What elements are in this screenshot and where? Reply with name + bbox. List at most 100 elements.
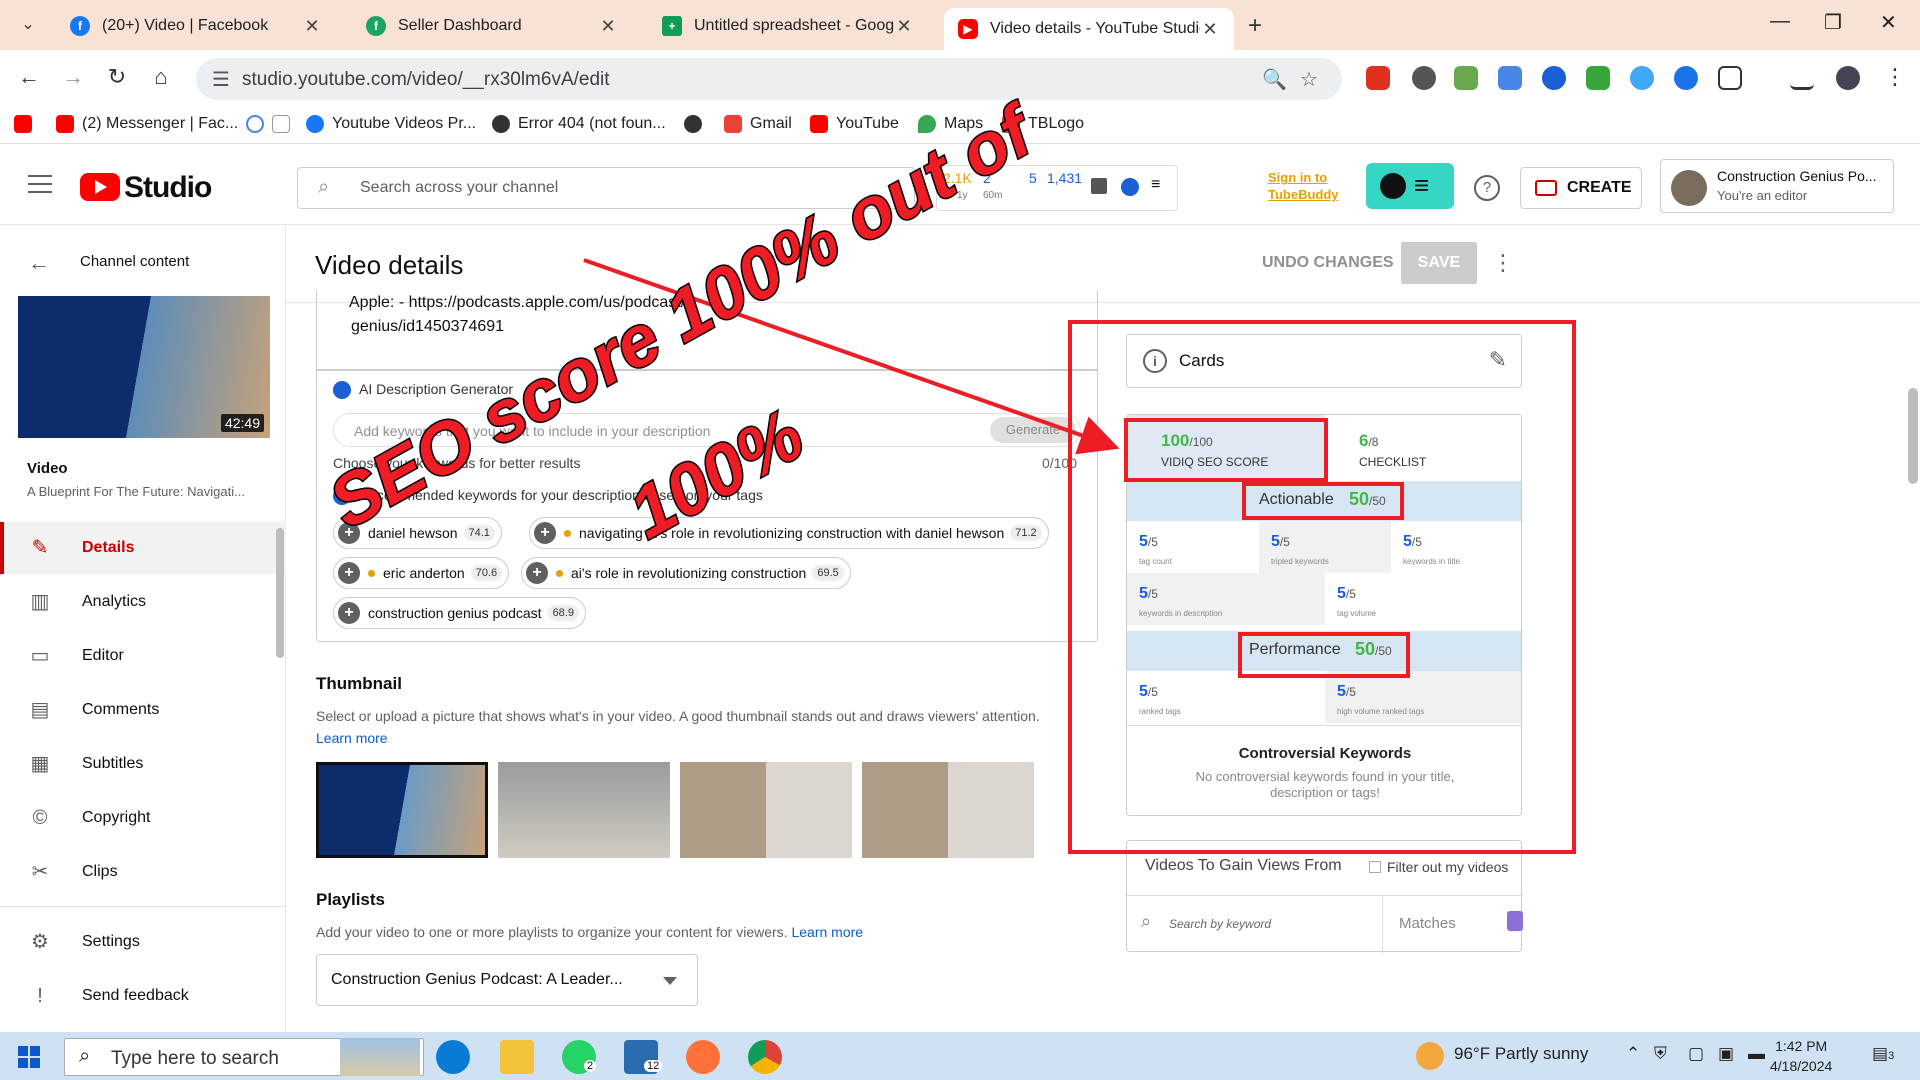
security-icon[interactable]: ⛨ (1654, 1044, 1667, 1064)
generate-button[interactable]: Generate (990, 417, 1076, 443)
scissors-icon: ✂ (31, 861, 49, 883)
vidiq-icon[interactable] (1542, 66, 1566, 90)
keyword-chip[interactable]: + navigating ai's role in revolutionizin… (529, 517, 1049, 549)
new-tab-icon[interactable]: + (1248, 12, 1262, 40)
filter-checkbox[interactable] (1369, 861, 1381, 873)
tab-search-chevron-icon[interactable]: ⌄ (12, 8, 44, 40)
youtube-icon (810, 115, 828, 133)
extension-icon[interactable] (1630, 66, 1654, 90)
zoom-icon[interactable]: 🔍 (1262, 67, 1287, 92)
sidebar-item-details[interactable]: ✎ Details (0, 522, 286, 574)
sidebar-item-subtitles[interactable]: ▦ Subtitles (0, 738, 286, 790)
sidebar-item-settings[interactable]: ⚙ Settings (0, 916, 286, 968)
extension-icon[interactable] (1674, 66, 1698, 90)
notifications-icon[interactable]: ▤3 (1872, 1044, 1894, 1064)
close-tab-icon[interactable]: ✕ (302, 16, 322, 37)
close-tab-icon[interactable]: ✕ (598, 16, 618, 37)
sidebar-item-analytics[interactable]: ▥ Analytics (0, 576, 286, 628)
battery-icon[interactable]: ▬ (1748, 1044, 1765, 1064)
thumbnail-option[interactable] (680, 762, 852, 858)
keyword-chip[interactable]: + eric anderton 70.6 (333, 557, 510, 589)
weather-icon[interactable] (1416, 1042, 1444, 1070)
file-explorer-icon[interactable] (500, 1040, 534, 1074)
firefox-icon[interactable] (686, 1040, 720, 1074)
sidebar-item-copyright[interactable]: © Copyright (0, 792, 286, 844)
bookmark-gmail[interactable]: Gmail (724, 115, 792, 133)
download-extension-icon[interactable] (1586, 66, 1610, 90)
tab-facebook[interactable]: f (20+) Video | Facebook ✕ (56, 6, 336, 46)
playlist-dropdown[interactable]: Construction Genius Podcast: A Leader... (316, 954, 698, 1006)
extension-icon[interactable] (1412, 66, 1436, 90)
studio-logo-text[interactable]: Studio (124, 171, 212, 205)
device-icon[interactable]: ▢ (1688, 1044, 1704, 1064)
sidebar-item-editor[interactable]: ▭ Editor (0, 630, 286, 682)
close-window-icon[interactable]: ✕ (1880, 10, 1897, 35)
thumbnail-option-selected[interactable] (316, 762, 488, 858)
windows-start-icon[interactable] (18, 1046, 40, 1068)
save-button[interactable]: SAVE (1401, 242, 1477, 284)
bookmark-youtube[interactable] (14, 115, 40, 133)
tab-seller-dashboard[interactable]: f Seller Dashboard ✕ (352, 6, 632, 46)
tab-youtube-studio[interactable]: ▶ Video details - YouTube Studio ✕ (944, 8, 1234, 50)
bookmark-youtube-videos[interactable]: Youtube Videos Pr... (306, 115, 476, 133)
thumbnail-option[interactable] (498, 762, 670, 858)
profile-avatar[interactable] (1836, 66, 1860, 90)
thumbnail-option[interactable] (862, 762, 1034, 858)
translate-icon[interactable] (1498, 66, 1522, 90)
video-thumbnail[interactable]: 42:49 (18, 296, 270, 438)
reload-icon[interactable]: ↻ (102, 64, 132, 90)
edge-icon[interactable] (436, 1040, 470, 1074)
bookmark-youtube-home[interactable]: YouTube (810, 115, 899, 133)
page-scrollbar[interactable] (1908, 388, 1918, 484)
extension-icon[interactable] (1454, 66, 1478, 90)
mail-icon[interactable]: 12 (624, 1040, 663, 1074)
bookmark-error-404[interactable]: Error 404 (not foun... (492, 115, 666, 133)
channel-content-link[interactable]: Channel content (80, 253, 189, 270)
sidebar-scrollbar[interactable] (276, 528, 284, 658)
back-arrow-icon[interactable]: ← (28, 250, 50, 276)
home-icon[interactable]: ⌂ (146, 64, 176, 90)
keyword-chip[interactable]: + construction genius podcast 68.9 (333, 597, 586, 629)
sidebar-item-comments[interactable]: ▤ Comments (0, 684, 286, 736)
system-clock[interactable]: 1:42 PM 4/18/2024 (1770, 1036, 1832, 1076)
sidebar-item-send-feedback[interactable]: ! Send feedback (0, 970, 286, 1022)
address-bar[interactable]: ☰ studio.youtube.com/video/__rx30lm6vA/e… (196, 58, 1342, 100)
undo-changes-button[interactable]: UNDO CHANGES (1262, 254, 1394, 272)
tab-spreadsheet[interactable]: + Untitled spreadsheet - Google ✕ (648, 6, 928, 46)
youtube-logo-icon[interactable] (80, 173, 120, 201)
playlists-learn-more-link[interactable]: Learn more (791, 924, 863, 940)
account-switcher[interactable]: Construction Genius Po... You're an edit… (1660, 159, 1894, 213)
puzzle-icon[interactable] (1718, 66, 1742, 90)
subtitles-icon: ▦ (30, 753, 50, 775)
sidebar-item-clips[interactable]: ✂ Clips (0, 846, 286, 898)
tubebuddy-signin-link[interactable]: Sign in to TubeBuddy (1268, 169, 1339, 203)
minimize-icon[interactable]: — (1770, 10, 1790, 33)
close-tab-icon[interactable]: ✕ (1200, 19, 1220, 40)
close-tab-icon[interactable]: ✕ (894, 16, 914, 37)
back-arrow-icon[interactable]: ← (14, 64, 44, 90)
create-button[interactable]: CREATE (1520, 167, 1642, 209)
weather-text[interactable]: 96°F Partly sunny (1454, 1044, 1588, 1064)
chrome-menu-icon[interactable]: ⋮ (1880, 64, 1910, 90)
chrome-icon[interactable] (748, 1040, 782, 1074)
keyword-chip[interactable]: + ai's role in revolutionizing construct… (521, 557, 851, 589)
tubebuddy-extension-icon[interactable] (1366, 66, 1390, 90)
thumbnail-learn-more-link[interactable]: Learn more (316, 730, 388, 746)
restore-icon[interactable]: ❐ (1824, 10, 1842, 35)
whatsapp-icon[interactable]: 2 (562, 1040, 597, 1074)
download-icon[interactable] (1790, 66, 1814, 90)
chevron-up-icon[interactable]: ⌃ (1626, 1044, 1640, 1064)
camera-icon[interactable]: ▣ (1718, 1044, 1734, 1064)
more-options-icon[interactable]: ⋮ (1492, 250, 1514, 276)
tubebuddy-menu-button[interactable]: ≡ (1366, 163, 1454, 209)
forward-arrow-icon[interactable]: → (58, 64, 88, 90)
keyword-search-input[interactable]: Search by keyword (1169, 917, 1271, 931)
help-icon[interactable]: ? (1474, 175, 1500, 201)
site-info-icon[interactable]: ☰ (212, 67, 230, 92)
bookmark-star-icon[interactable]: ☆ (1300, 67, 1318, 92)
menu-icon[interactable]: ≡ (1151, 176, 1160, 194)
bookmark-messenger[interactable]: (2) Messenger | Fac... (56, 115, 238, 133)
bookmark-google[interactable] (246, 115, 298, 133)
bookmark-globe[interactable] (684, 115, 710, 133)
hamburger-menu-icon[interactable] (28, 175, 52, 193)
